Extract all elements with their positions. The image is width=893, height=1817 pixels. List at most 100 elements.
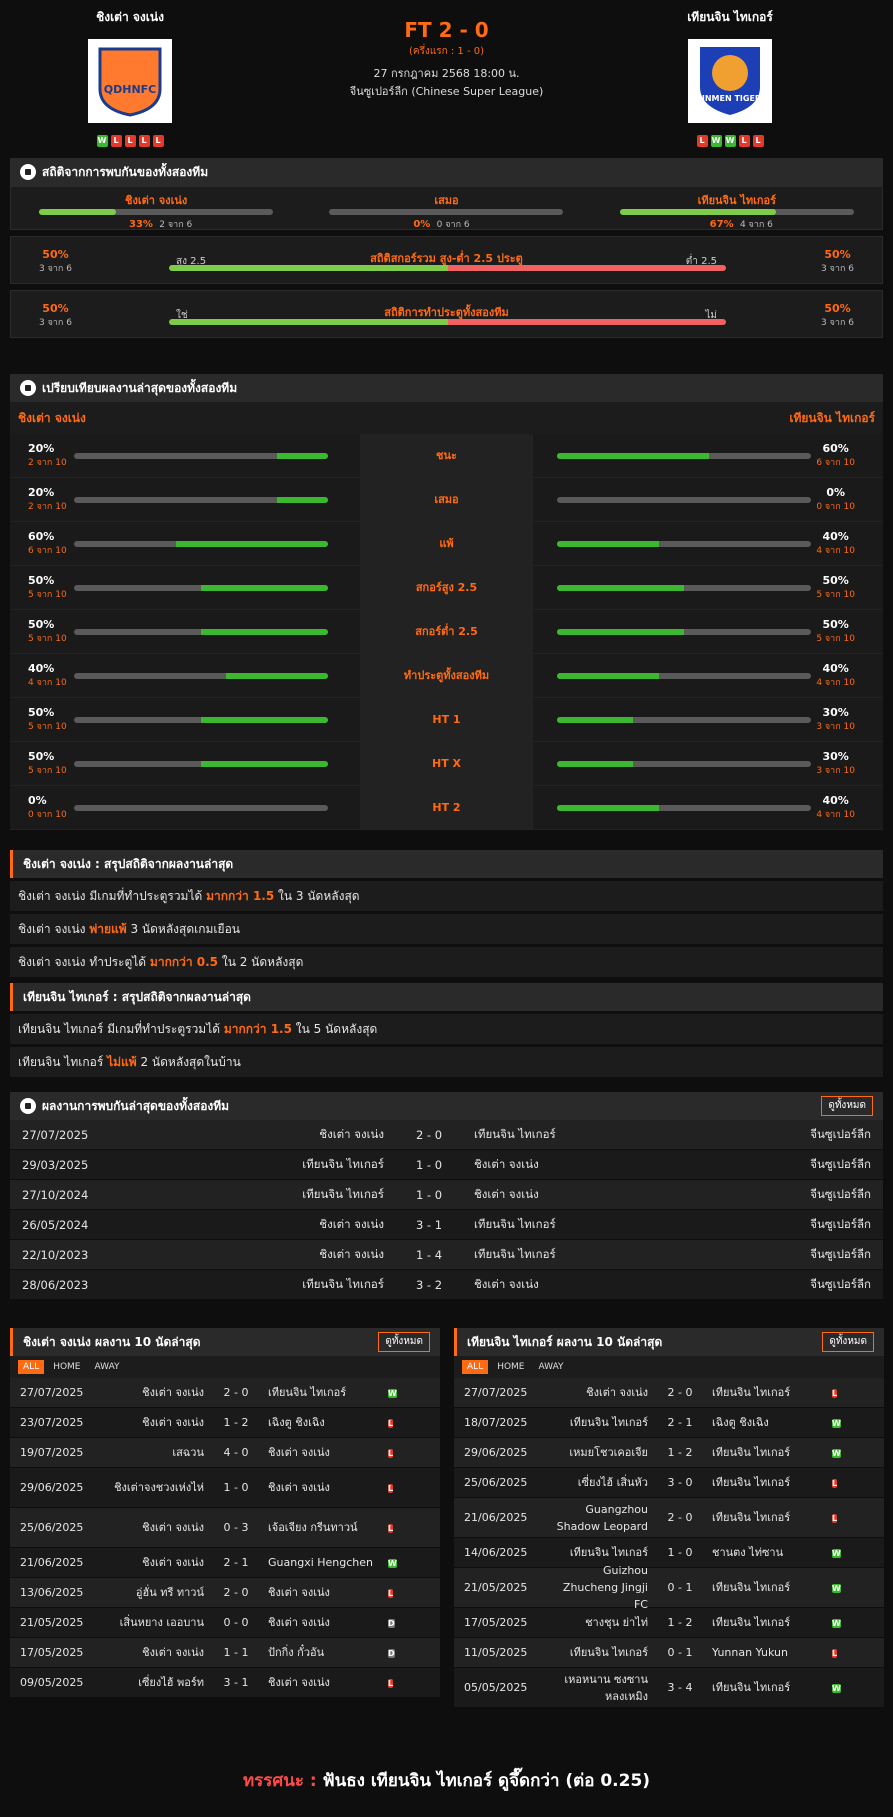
- form-date: 13/06/2025: [20, 1586, 84, 1599]
- form-row[interactable]: 17/05/2025 ชางชุน ย่าไท่ 1 - 2 เทียนจิน ไทเ…: [454, 1608, 884, 1638]
- over-under-bar: [169, 265, 726, 271]
- form-row[interactable]: 23/07/2025 ชิงเต่า จงเน่ง 1 - 2 เฉิงตู ชิงเ…: [10, 1408, 440, 1438]
- result-badge: W: [832, 1548, 841, 1558]
- compare-away-pct-value: 50%: [822, 574, 849, 587]
- h2h-row[interactable]: 27/07/2025 ชิงเต่า จงเน่ง 2 - 0 เทียนจิน ไท…: [10, 1120, 883, 1150]
- h2h-row[interactable]: 29/03/2025 เทียนจิน ไทเกอร์ 1 - 0 ชิงเต่า จ…: [10, 1150, 883, 1180]
- form-row[interactable]: 21/06/2025 Guangzhou Shadow Leopard 2 - 0 เ…: [454, 1498, 884, 1538]
- result-badge: L: [388, 1418, 394, 1428]
- result-badge: L: [832, 1478, 838, 1488]
- match-center: FT 2 - 0 (ครึ่งแรก : 1 - 0) 27 กรกฎาคม 2…: [300, 18, 593, 101]
- compare-away-side: 50% 5 จาก 10: [533, 610, 883, 653]
- form-row[interactable]: 25/06/2025 ชิงเต่า จงเน่ง 0 - 3 เจ้อเจียง ก…: [10, 1508, 440, 1548]
- form-row[interactable]: 09/05/2025 เซี่ยงไฮ้ พอร์ท 3 - 1 ชิงเต่า จง…: [10, 1668, 440, 1698]
- match-league[interactable]: จีนซูเปอร์ลีก (Chinese Super League): [300, 83, 593, 101]
- match-header: ชิงเต่า จงเน่ง QDHNFC WLLLL FT 2 - 0 (คร…: [0, 0, 893, 155]
- home-logo-shield: QDHNFC: [98, 47, 162, 117]
- form-filter-home[interactable]: HOME: [48, 1360, 85, 1374]
- form-row[interactable]: 29/06/2025 เหมยโชวเคอเจีย 1 - 2 เทียนจิน ไท…: [454, 1438, 884, 1468]
- form-row[interactable]: 21/05/2025 Guizhou Zhucheng Jingji FC 0 - …: [454, 1564, 884, 1611]
- form-result: D: [388, 1616, 408, 1630]
- compare-home-bar: [74, 673, 328, 679]
- compare-label: HT 1: [360, 698, 533, 741]
- h2h-away-team: เทียนจิน ไทเกอร์: [474, 1216, 556, 1231]
- form-date: 14/06/2025: [464, 1546, 528, 1559]
- home-team[interactable]: ชิงเต่า จงเน่ง QDHNFC WLLLL: [55, 8, 205, 147]
- h2h-row[interactable]: 26/05/2024 ชิงเต่า จงเน่ง 3 - 1 เทียนจิน ไท…: [10, 1210, 883, 1240]
- compare-away-bar: [557, 453, 811, 459]
- compare-home-pct-value: 20%: [28, 442, 55, 455]
- compare-away-bar: [557, 717, 811, 723]
- result-badge: W: [388, 1558, 397, 1568]
- compare-away-count: 5 จาก 10: [816, 590, 855, 600]
- form-result: W: [832, 1681, 852, 1695]
- form-away-team: เฉิงตู ชิงเฉิง: [268, 1416, 325, 1429]
- away-form-table: 27/07/2025 ชิงเต่า จงเน่ง 2 - 0 เทียนจิน ไท…: [454, 1378, 884, 1708]
- form-row[interactable]: 18/07/2025 เทียนจิน ไทเกอร์ 2 - 1 เฉิงตู ชิ…: [454, 1408, 884, 1438]
- form-home-team: เสฉวน: [172, 1446, 204, 1459]
- h2h-view-all-button[interactable]: ดูทั้งหมด: [821, 1096, 873, 1116]
- compare-away-pct: 60% 6 จาก 10: [816, 442, 855, 469]
- away-team[interactable]: เทียนจิน ไทเกอร์ JINMEN TIGER LWWLL: [655, 8, 805, 147]
- compare-away-fill: [557, 761, 634, 767]
- compare-away-pct-value: 40%: [822, 794, 849, 807]
- form-home-team: ชิงเต่า จงเน่ง: [142, 1416, 204, 1429]
- form-row[interactable]: 25/06/2025 เซี่ยงไฮ้ เสิ่นหัว 3 - 0 เทียนจิ…: [454, 1468, 884, 1498]
- form-filter-away[interactable]: AWAY: [534, 1360, 569, 1374]
- form-row[interactable]: 17/05/2025 ชิงเต่า จงเน่ง 1 - 1 ปักกิ่ง กั๋…: [10, 1638, 440, 1668]
- form-row[interactable]: 27/07/2025 ชิงเต่า จงเน่ง 2 - 0 เทียนจิน ไท…: [10, 1378, 440, 1408]
- form-row[interactable]: 13/06/2025 อู่ฮั่น ทรี ทาวน์ 2 - 0 ชิงเต่า …: [10, 1578, 440, 1608]
- form-away-team: เทียนจิน ไทเกอร์: [712, 1446, 791, 1459]
- compare-home-count: 2 จาก 10: [28, 502, 67, 512]
- away-summary-title: เทียนจิน ไทเกอร์ : สรุปสถิติจากผลงานล่าส…: [10, 983, 883, 1011]
- h2h-stats-bars: ชิงเต่า จงเน่ง 33% 2 จาก 6 เสมอ 0% 0 จาก…: [10, 186, 883, 230]
- compare-home-side: 60% 6 จาก 10: [10, 522, 360, 565]
- football-icon: [20, 164, 36, 180]
- summary-highlight: พ่ายแพ้: [89, 922, 127, 936]
- form-row[interactable]: 21/05/2025 เสิ่นหยาง เออบาน 0 - 0 ชิงเต่า จ…: [10, 1608, 440, 1638]
- h2h-score: 1 - 0: [415, 1187, 443, 1202]
- home-form-view-all-button[interactable]: ดูทั้งหมด: [378, 1332, 430, 1352]
- prediction-text: ฟันธง เทียนจิน ไทเกอร์ ดูจึ๊ดกว่า (ต่อ 0…: [316, 1771, 651, 1791]
- h2h-row[interactable]: 28/06/2023 เทียนจิน ไทเกอร์ 3 - 2 ชิงเต่า จ…: [10, 1270, 883, 1300]
- form-date: 18/07/2025: [464, 1416, 528, 1429]
- result-badge: L: [832, 1513, 838, 1523]
- form-row[interactable]: 05/05/2025 เหอหนาน ซงซาน หลงเหมิง 3 - 4 เที…: [454, 1668, 884, 1708]
- form-filter-all[interactable]: ALL: [462, 1360, 489, 1374]
- h2h-home-fill: [39, 209, 117, 215]
- compare-away-bar: [557, 541, 811, 547]
- over-under-row: 50% 3 จาก 6 สูง 2.5 สถิติสกอร์รวม สูง-ต่ำ…: [10, 236, 883, 284]
- form-filter-home[interactable]: HOME: [492, 1360, 529, 1374]
- form-row[interactable]: 14/06/2025 เทียนจิน ไทเกอร์ 1 - 0 ชานตง ไท่…: [454, 1538, 884, 1568]
- form-filter-all[interactable]: ALL: [18, 1360, 45, 1374]
- form-row[interactable]: 21/06/2025 ชิงเต่า จงเน่ง 2 - 1 Guangxi Hen…: [10, 1548, 440, 1578]
- compare-row: 0% 0 จาก 10 HT 2 40% 4 จาก 10: [10, 786, 883, 830]
- form-result: W: [832, 1416, 852, 1430]
- away-form-view-all-button[interactable]: ดูทั้งหมด: [822, 1332, 874, 1352]
- form-row[interactable]: 29/06/2025 ชิงเต่าจงชวงเห่งไห่ 1 - 0 ชิงเต่…: [10, 1468, 440, 1508]
- form-result: W: [832, 1546, 852, 1560]
- h2h-away-bar: [619, 209, 854, 215]
- form-date: 17/05/2025: [464, 1616, 528, 1629]
- h2h-row[interactable]: 22/10/2023 ชิงเต่า จงเน่ง 1 - 4 เทียนจิน ไท…: [10, 1240, 883, 1270]
- compare-away-count: 0 จาก 10: [816, 502, 855, 512]
- form-score: 0 - 0: [223, 1616, 249, 1629]
- h2h-score: 1 - 4: [415, 1247, 443, 1262]
- form-filter-away[interactable]: AWAY: [90, 1360, 125, 1374]
- form-home-team: เซี่ยงไฮ้ เสิ่นหัว: [577, 1476, 648, 1489]
- h2h-home-team: ชิงเต่า จงเน่ง: [319, 1216, 384, 1231]
- compare-row: 50% 5 จาก 10 HT 1 30% 3 จาก 10: [10, 698, 883, 742]
- h2h-away-team: เทียนจิน ไทเกอร์: [474, 1246, 556, 1261]
- home-logo-text: QDHNFC: [104, 83, 156, 96]
- form-result: L: [388, 1446, 408, 1460]
- form-row[interactable]: 19/07/2025 เสฉวน 4 - 0 ชิงเต่า จงเน่ง L: [10, 1438, 440, 1468]
- form-row[interactable]: 27/07/2025 ชิงเต่า จงเน่ง 2 - 0 เทียนจิน ไท…: [454, 1378, 884, 1408]
- form-row[interactable]: 11/05/2025 เทียนจิน ไทเกอร์ 0 - 1 Yunnan Yu…: [454, 1638, 884, 1668]
- home-summary-rows: ชิงเต่า จงเน่ง มีเกมที่ทำประตูรวมได้ มาก…: [10, 881, 883, 977]
- compare-home-pct-value: 40%: [28, 662, 55, 675]
- form-score: 0 - 1: [667, 1581, 693, 1594]
- form-away-team: เทียนจิน ไทเกอร์: [712, 1476, 791, 1489]
- compare-home-bar: [74, 453, 328, 459]
- h2h-row[interactable]: 27/10/2024 เทียนจิน ไทเกอร์ 1 - 0 ชิงเต่า จ…: [10, 1180, 883, 1210]
- form-home-team: Guizhou Zhucheng Jingji FC: [562, 1564, 648, 1611]
